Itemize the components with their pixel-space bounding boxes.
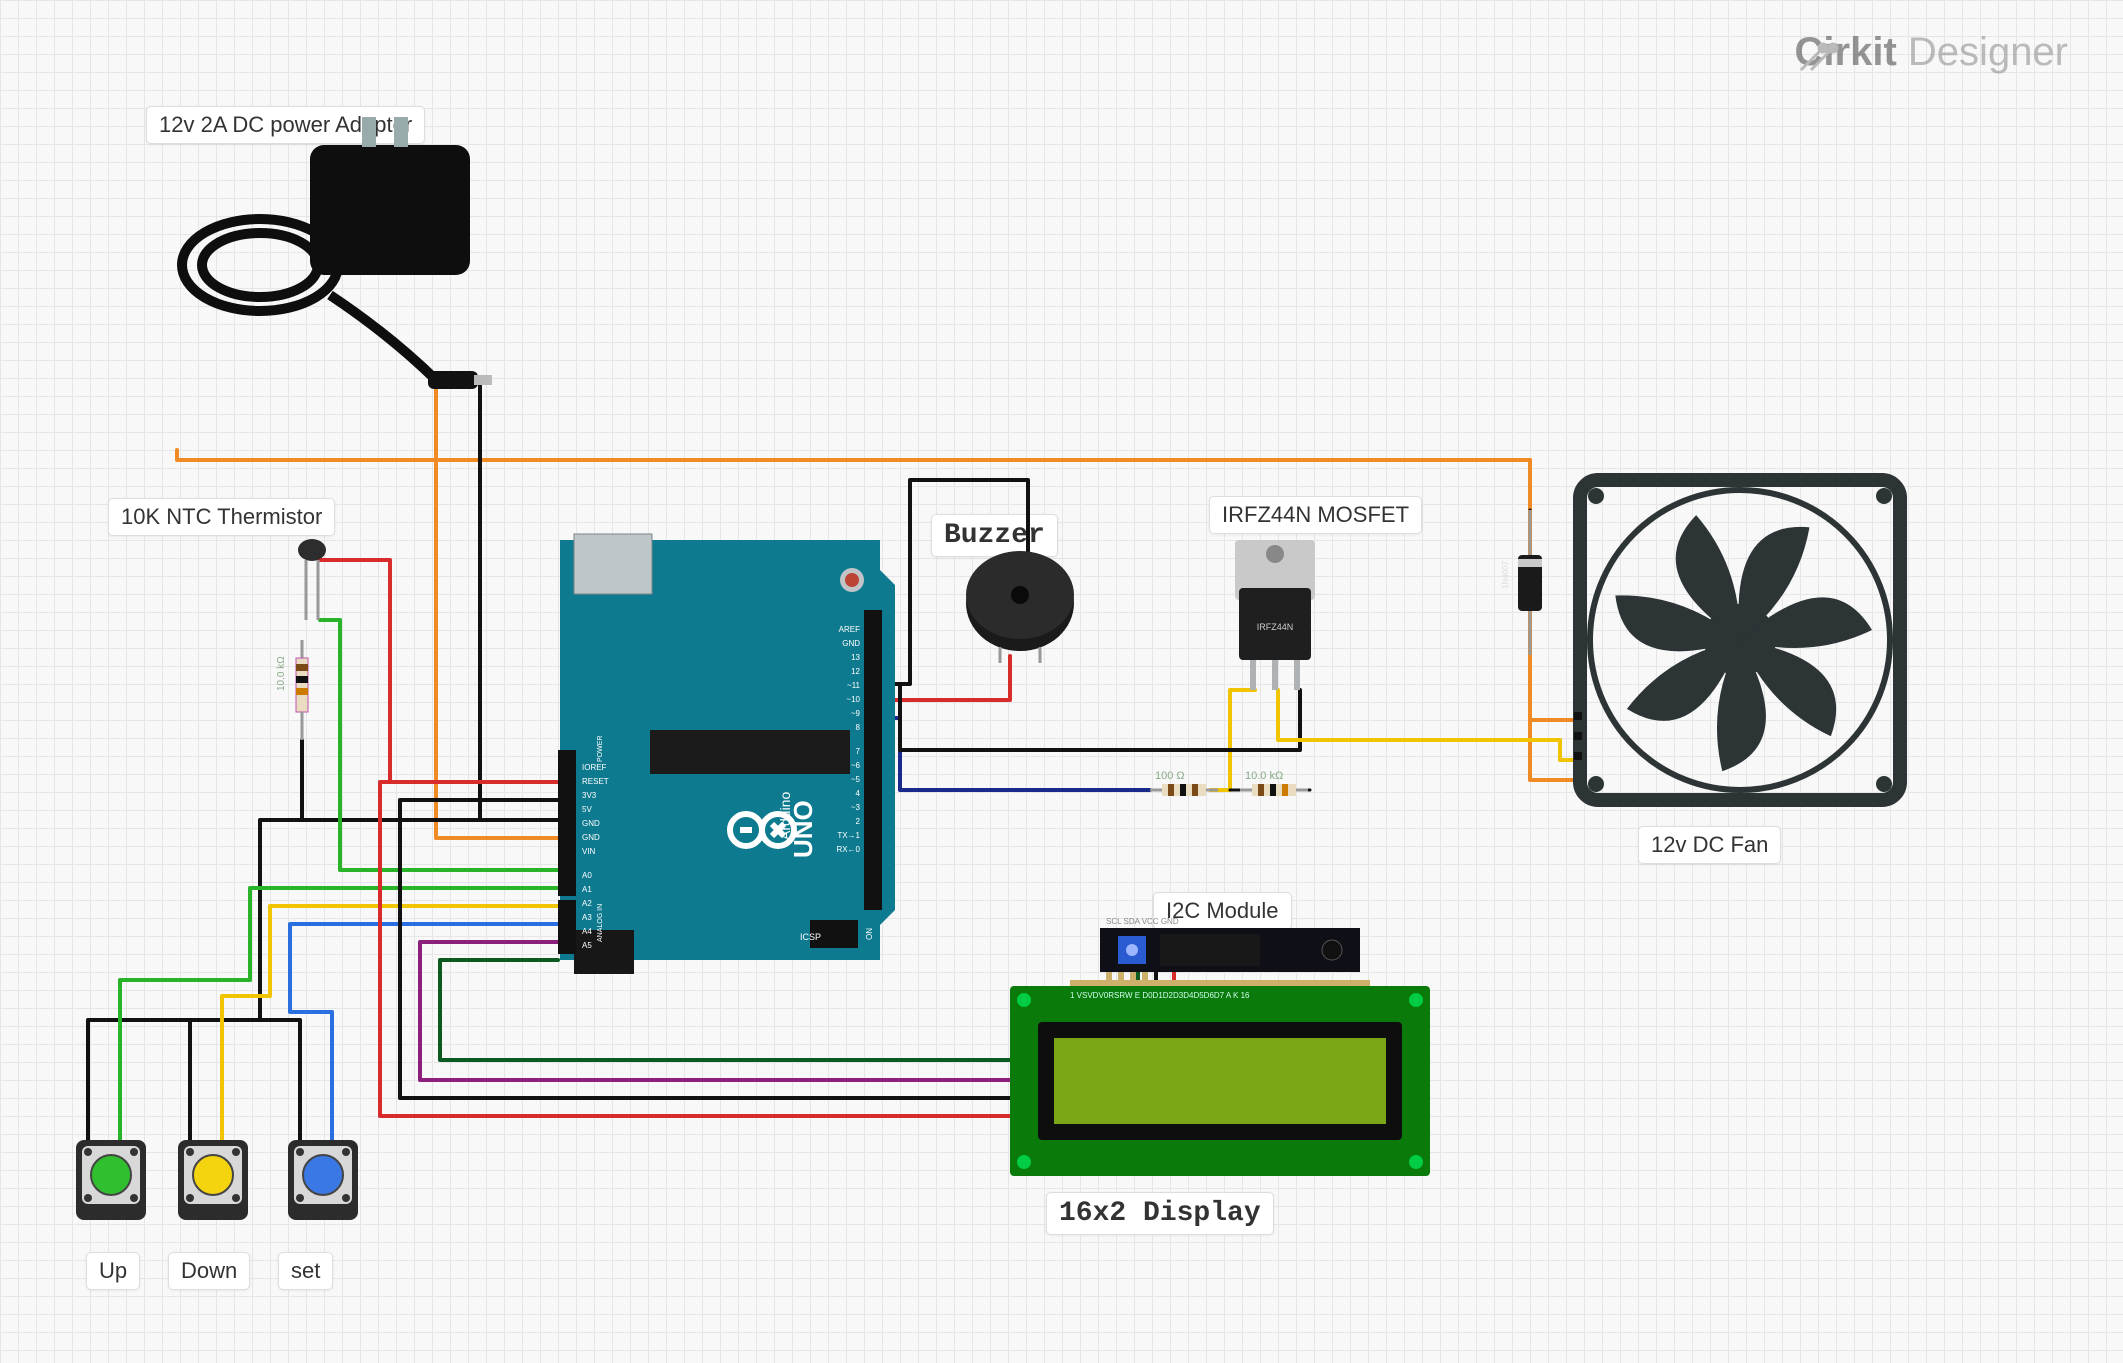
svg-text:1N4007: 1N4007 (1501, 560, 1510, 589)
svg-text:TX→1: TX→1 (837, 831, 860, 840)
svg-text:A2: A2 (582, 899, 592, 908)
button-up[interactable] (76, 1140, 146, 1220)
svg-text:13: 13 (851, 653, 860, 662)
svg-text:7: 7 (856, 747, 861, 756)
fan-icon (1574, 480, 1900, 800)
buzzer-icon (966, 551, 1074, 663)
svg-text:~6: ~6 (851, 761, 861, 770)
svg-text:IOREF: IOREF (582, 763, 607, 772)
power-adapter-icon (182, 117, 492, 389)
svg-text:A4: A4 (582, 927, 592, 936)
svg-text:POWER: POWER (597, 736, 604, 762)
svg-text:A1: A1 (582, 885, 592, 894)
svg-text:A0: A0 (582, 871, 592, 880)
svg-text:SCL SDA VCC GND: SCL SDA VCC GND (1106, 917, 1179, 926)
svg-text:4: 4 (856, 789, 861, 798)
svg-text:12: 12 (851, 667, 860, 676)
svg-text:~9: ~9 (851, 709, 861, 718)
svg-text:ANALOG IN: ANALOG IN (597, 904, 604, 942)
resistor-gate-series (1150, 784, 1218, 796)
svg-text:GND: GND (582, 833, 600, 842)
button-set[interactable] (288, 1140, 358, 1220)
svg-text:VIN: VIN (582, 847, 596, 856)
svg-text:~5: ~5 (851, 775, 861, 784)
svg-text:A5: A5 (582, 941, 592, 950)
arduino-uno: Arduino UNO IOREFRESET 3V35V GNDGND VIN … (558, 534, 895, 974)
resistor-thermistor (296, 640, 308, 740)
mosfet-icon: IRFZ44N (1235, 540, 1315, 690)
svg-text:GND: GND (582, 819, 600, 828)
thermistor-icon (298, 539, 326, 620)
svg-text:1 VSVDV0RSRW E D0D1D2D3D4D5D6D: 1 VSVDV0RSRW E D0D1D2D3D4D5D6D7 A K 16 (1070, 991, 1250, 1000)
svg-text:~10: ~10 (846, 695, 860, 704)
svg-text:~11: ~11 (847, 681, 861, 690)
svg-text:ICSP: ICSP (800, 932, 821, 942)
svg-text:IRFZ44N: IRFZ44N (1257, 622, 1294, 632)
svg-text:A3: A3 (582, 913, 592, 922)
svg-text:AREF: AREF (839, 625, 860, 634)
lcd-icon: 1 VSVDV0RSRW E D0D1D2D3D4D5D6D7 A K 16 (1010, 980, 1430, 1176)
svg-text:RX←0: RX←0 (836, 845, 860, 854)
circuit-canvas: Cirkit Designer 12v 2A DC power Adapter … (0, 0, 2123, 1363)
svg-text:ON: ON (865, 928, 874, 940)
svg-text:3V3: 3V3 (582, 791, 597, 800)
svg-text:~3: ~3 (851, 803, 861, 812)
button-down[interactable] (178, 1140, 248, 1220)
svg-text:8: 8 (856, 723, 861, 732)
svg-text:2: 2 (856, 817, 861, 826)
schematic-svg: Arduino UNO IOREFRESET 3V35V GNDGND VIN … (0, 0, 2123, 1363)
diode-icon: 1N4007 (1501, 510, 1542, 655)
svg-text:GND: GND (842, 639, 860, 648)
svg-text:5V: 5V (582, 805, 592, 814)
svg-text:RESET: RESET (582, 777, 609, 786)
resistor-gate-pulldown (1240, 784, 1308, 796)
